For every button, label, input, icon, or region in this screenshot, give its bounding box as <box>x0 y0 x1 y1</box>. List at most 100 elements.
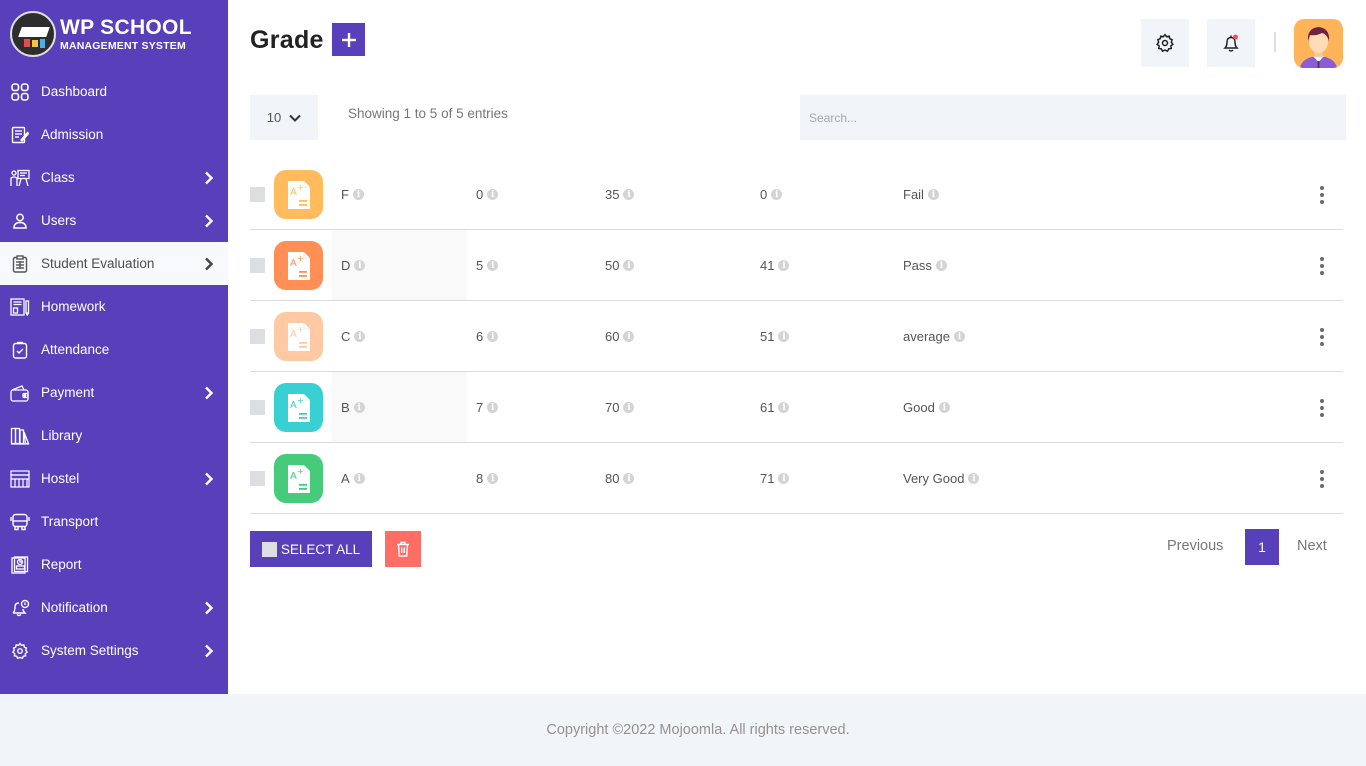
cell-value: 61 <box>760 400 775 415</box>
library-books-icon <box>10 426 30 446</box>
sidebar-item-users[interactable]: Users <box>0 199 228 242</box>
sidebar-item-admission[interactable]: Admission <box>0 113 228 156</box>
sidebar-item-payment[interactable]: Payment <box>0 371 228 414</box>
info-icon[interactable]: i <box>623 189 635 200</box>
page-length-select[interactable]: 10 <box>250 95 318 140</box>
brand-logo[interactable]: WP SCHOOL MANAGEMENT SYSTEM <box>10 11 192 57</box>
comment-cell: Good i <box>903 400 950 415</box>
info-icon[interactable]: i <box>935 260 947 271</box>
info-icon[interactable]: i <box>487 473 499 484</box>
add-grade-button[interactable] <box>332 23 365 56</box>
sidebar-item-homework[interactable]: Homework <box>0 285 228 328</box>
wallet-icon <box>10 383 30 403</box>
svg-text:A: A <box>290 329 297 340</box>
info-icon[interactable]: i <box>778 260 790 271</box>
info-icon[interactable]: i <box>487 402 499 413</box>
user-avatar[interactable] <box>1294 19 1343 68</box>
info-icon[interactable]: i <box>623 473 635 484</box>
chevron-right-icon <box>205 386 214 399</box>
cell-value: 6 <box>476 329 484 344</box>
info-icon[interactable]: i <box>771 189 783 200</box>
bus-icon <box>10 512 30 532</box>
table-row: A + Ci 6 i 60 i 51 i average i <box>250 301 1343 372</box>
chevron-down-icon <box>289 114 301 122</box>
info-icon[interactable]: i <box>953 331 965 342</box>
notifications-button[interactable] <box>1207 19 1255 67</box>
comment-cell: Very Good i <box>903 471 980 486</box>
sidebar-item-notification[interactable]: Notification <box>0 586 228 629</box>
select-all-checkbox[interactable] <box>261 541 277 557</box>
notification-bell-icon <box>10 598 30 618</box>
kebab-dot-icon <box>1320 477 1324 481</box>
info-icon[interactable]: i <box>354 260 366 271</box>
info-icon[interactable]: i <box>354 331 366 342</box>
clipboard-list-icon <box>10 254 30 274</box>
svg-text:+: + <box>297 183 304 192</box>
delete-selected-button[interactable] <box>385 531 421 567</box>
sidebar-item-label: Report <box>41 557 82 572</box>
kebab-dot-icon <box>1320 342 1324 346</box>
settings-button[interactable] <box>1141 19 1189 67</box>
select-all-button[interactable]: SELECT ALL <box>250 531 372 567</box>
sidebar-item-transport[interactable]: Transport <box>0 500 228 543</box>
pagination-page-1[interactable]: 1 <box>1245 529 1279 565</box>
classroom-teacher-icon <box>10 168 30 188</box>
row-checkbox[interactable] <box>250 400 265 415</box>
info-icon[interactable]: i <box>778 402 790 413</box>
row-actions-menu[interactable] <box>1312 185 1332 205</box>
info-icon[interactable]: i <box>927 189 939 200</box>
sidebar-item-class[interactable]: Class <box>0 156 228 199</box>
row-actions-menu[interactable] <box>1312 327 1332 347</box>
kebab-dot-icon <box>1320 200 1324 204</box>
sidebar-item-library[interactable]: Library <box>0 414 228 457</box>
row-checkbox[interactable] <box>250 471 265 486</box>
cell-value: 60 <box>605 329 620 344</box>
row-actions-menu[interactable] <box>1312 469 1332 489</box>
kebab-dot-icon <box>1320 484 1324 488</box>
row-checkbox[interactable] <box>250 187 265 202</box>
homework-notebook-icon <box>10 297 30 317</box>
info-icon[interactable]: i <box>778 331 790 342</box>
info-icon[interactable]: i <box>487 189 499 200</box>
sidebar-item-student-evaluation[interactable]: Student Evaluation <box>0 242 228 285</box>
mark-upto-cell: 71 i <box>760 471 790 486</box>
svg-text:A: A <box>290 187 297 198</box>
sidebar-item-system-settings[interactable]: System Settings <box>0 629 228 672</box>
info-icon[interactable]: i <box>353 402 365 413</box>
info-icon[interactable]: i <box>353 473 365 484</box>
info-icon[interactable]: i <box>938 402 950 413</box>
cell-value: 70 <box>605 400 620 415</box>
hostel-building-icon <box>10 469 30 489</box>
info-icon[interactable]: i <box>623 260 635 271</box>
grade-name-cell: Di <box>341 258 366 273</box>
pagination-previous[interactable]: Previous <box>1167 538 1223 554</box>
chevron-right-icon <box>205 472 214 485</box>
info-icon[interactable]: i <box>623 402 635 413</box>
grade-document-icon: A + <box>274 454 323 503</box>
sidebar-item-report[interactable]: Report <box>0 543 228 586</box>
mark-upto-cell: 41 i <box>760 258 790 273</box>
trash-icon <box>397 541 409 557</box>
row-checkbox[interactable] <box>250 258 265 273</box>
row-actions-menu[interactable] <box>1312 256 1332 276</box>
sidebar-item-label: Hostel <box>41 471 80 486</box>
info-icon[interactable]: i <box>968 473 980 484</box>
svg-text:+: + <box>297 467 304 476</box>
row-checkbox[interactable] <box>250 329 265 344</box>
info-icon[interactable]: i <box>623 331 635 342</box>
sidebar-item-attendance[interactable]: Attendance <box>0 328 228 371</box>
sidebar-item-label: Homework <box>41 299 106 314</box>
info-icon[interactable]: i <box>352 189 364 200</box>
info-icon[interactable]: i <box>487 260 499 271</box>
info-icon[interactable]: i <box>487 331 499 342</box>
row-actions-menu[interactable] <box>1312 398 1332 418</box>
cell-value: Pass <box>903 258 932 273</box>
cell-value: D <box>341 258 351 273</box>
info-icon[interactable]: i <box>778 473 790 484</box>
pagination-next[interactable]: Next <box>1297 538 1327 554</box>
cell-value: Good <box>903 400 935 415</box>
sidebar-item-dashboard[interactable]: Dashboard <box>0 70 228 113</box>
svg-text:+: + <box>297 254 304 263</box>
search-input[interactable] <box>800 95 1346 140</box>
sidebar-item-hostel[interactable]: Hostel <box>0 457 228 500</box>
